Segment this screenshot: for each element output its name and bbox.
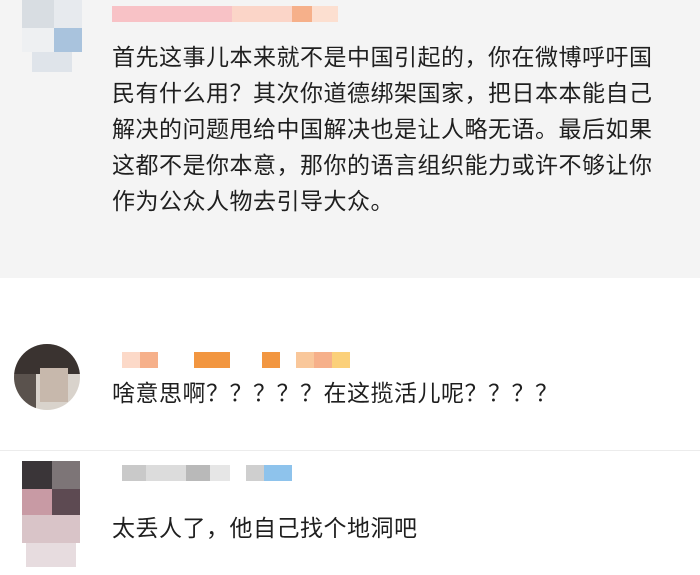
avatar-pixel	[22, 461, 52, 489]
avatar[interactable]	[22, 0, 82, 72]
blur-block	[262, 352, 280, 368]
avatar-pixel	[26, 543, 76, 567]
blur-block	[312, 6, 338, 22]
comment-item-3: 太丢人了，他自己找个地洞吧	[0, 450, 700, 575]
username-blurred[interactable]	[122, 465, 312, 483]
blur-block	[332, 352, 350, 368]
blur-block	[122, 465, 146, 481]
avatar-pixel	[40, 368, 68, 402]
avatar-pixel	[22, 515, 80, 543]
blur-block	[122, 352, 140, 368]
blur-block	[194, 352, 230, 368]
blur-block	[246, 465, 264, 481]
comment-text: 太丢人了，他自己找个地洞吧	[112, 516, 418, 542]
blur-block	[186, 465, 210, 481]
avatar-pixel	[22, 489, 52, 515]
blur-block	[232, 6, 292, 22]
blur-block	[146, 465, 186, 481]
blur-block	[296, 352, 314, 368]
blur-block	[264, 465, 292, 481]
username-blurred[interactable]	[122, 352, 362, 370]
avatar-pixel	[22, 28, 54, 52]
avatar-pixel	[32, 52, 72, 72]
comment-text: 啥意思啊？？？？？在这揽活儿呢？？？？	[112, 381, 559, 407]
avatar[interactable]	[14, 344, 80, 410]
avatar-pixel	[22, 0, 54, 28]
blur-block	[314, 352, 332, 368]
avatar-pixel	[52, 489, 80, 515]
avatar[interactable]	[22, 461, 80, 571]
blur-block	[210, 465, 230, 481]
avatar-pixel	[54, 28, 82, 52]
comment-text: 首先这事儿本来就不是中国引起的，你在微博呼吁国民有什么用？其次你道德绑架国家，把…	[112, 45, 653, 215]
blur-block	[140, 352, 158, 368]
comment-item-2: 啥意思啊？？？？？在这揽活儿呢？？？？	[0, 322, 700, 422]
username-blurred[interactable]	[112, 6, 342, 24]
blur-block	[292, 6, 312, 22]
avatar-pixel	[14, 374, 36, 410]
avatar-pixel	[52, 461, 80, 489]
blur-block	[112, 6, 232, 22]
comment-item-1: 首先这事儿本来就不是中国引起的，你在微博呼吁国民有什么用？其次你道德绑架国家，把…	[0, 0, 700, 278]
avatar-pixel	[54, 0, 82, 28]
